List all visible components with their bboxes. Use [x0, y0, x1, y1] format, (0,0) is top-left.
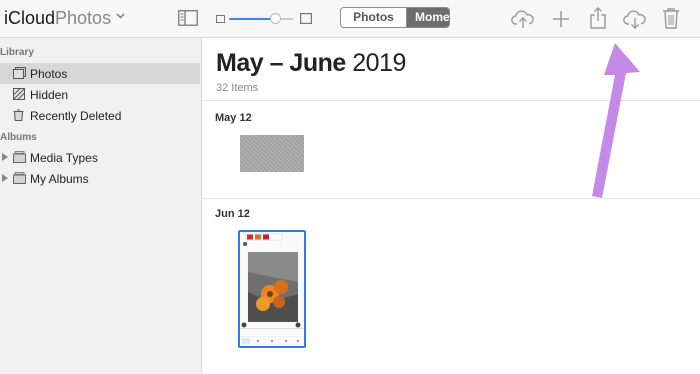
sidebar-item-photos[interactable]: Photos — [0, 63, 200, 84]
large-photo-icon — [300, 13, 312, 24]
app-title[interactable]: iCloudPhotos — [4, 8, 125, 29]
zoom-slider[interactable] — [216, 12, 312, 26]
small-photo-icon — [216, 15, 225, 23]
photo-thumbnail[interactable] — [240, 135, 304, 172]
view-segmented-control: Photos Mome — [340, 7, 450, 28]
date-header-jun-12: Jun 12 — [215, 208, 250, 220]
album-stack-icon — [13, 151, 26, 163]
sidebar-item-media-types[interactable]: Media Types — [0, 147, 200, 168]
page-title: May – June 2019 — [216, 49, 406, 78]
disclosure-triangle-icon[interactable] — [2, 153, 8, 161]
sidebar-item-label: Recently Deleted — [30, 109, 122, 123]
hidden-icon — [13, 88, 25, 100]
trash-icon[interactable] — [662, 7, 680, 29]
sidebar-item-hidden[interactable]: Hidden — [0, 84, 200, 105]
photo-thumbnail-selected[interactable] — [238, 230, 306, 348]
chevron-down-icon — [116, 13, 125, 19]
title-date-range: May – June — [216, 49, 346, 77]
album-stack-icon — [13, 172, 26, 184]
add-icon[interactable] — [551, 9, 571, 29]
sidebar-item-label: Photos — [30, 67, 68, 81]
section-albums: Albums — [0, 132, 37, 143]
sidebar-item-label: My Albums — [30, 172, 89, 186]
upload-icon[interactable] — [511, 8, 535, 30]
section-library: Library — [0, 47, 34, 58]
item-count: 32 Items — [216, 82, 259, 94]
app-name: Photos — [55, 8, 112, 28]
zoom-knob[interactable] — [269, 13, 281, 24]
tab-moments[interactable]: Mome — [407, 8, 449, 27]
sidebar-item-my-albums[interactable]: My Albums — [0, 168, 200, 189]
zoom-fill — [229, 18, 276, 20]
annotation-arrow-icon — [592, 43, 640, 198]
share-icon[interactable] — [588, 6, 608, 30]
download-icon[interactable] — [623, 8, 647, 30]
sidebar-item-label: Media Types — [30, 151, 98, 165]
toolbar: iCloudPhotos Photos Mome — [0, 0, 700, 38]
app-brand: iCloud — [4, 8, 56, 28]
tab-photos[interactable]: Photos — [341, 8, 407, 27]
photos-icon — [13, 67, 26, 79]
date-header-may-12: May 12 — [215, 112, 252, 124]
title-year: 2019 — [352, 49, 406, 77]
screenshot-thumbnail-image — [240, 232, 304, 346]
trash-icon — [13, 109, 24, 121]
sidebar: Library Photos Hidden Recently Deleted A… — [0, 38, 202, 374]
sidebar-item-label: Hidden — [30, 88, 69, 102]
zoom-track[interactable] — [229, 13, 293, 24]
disclosure-triangle-icon[interactable] — [2, 174, 8, 182]
sidebar-toggle-icon[interactable] — [178, 10, 198, 26]
sidebar-item-recently-deleted[interactable]: Recently Deleted — [0, 105, 200, 126]
